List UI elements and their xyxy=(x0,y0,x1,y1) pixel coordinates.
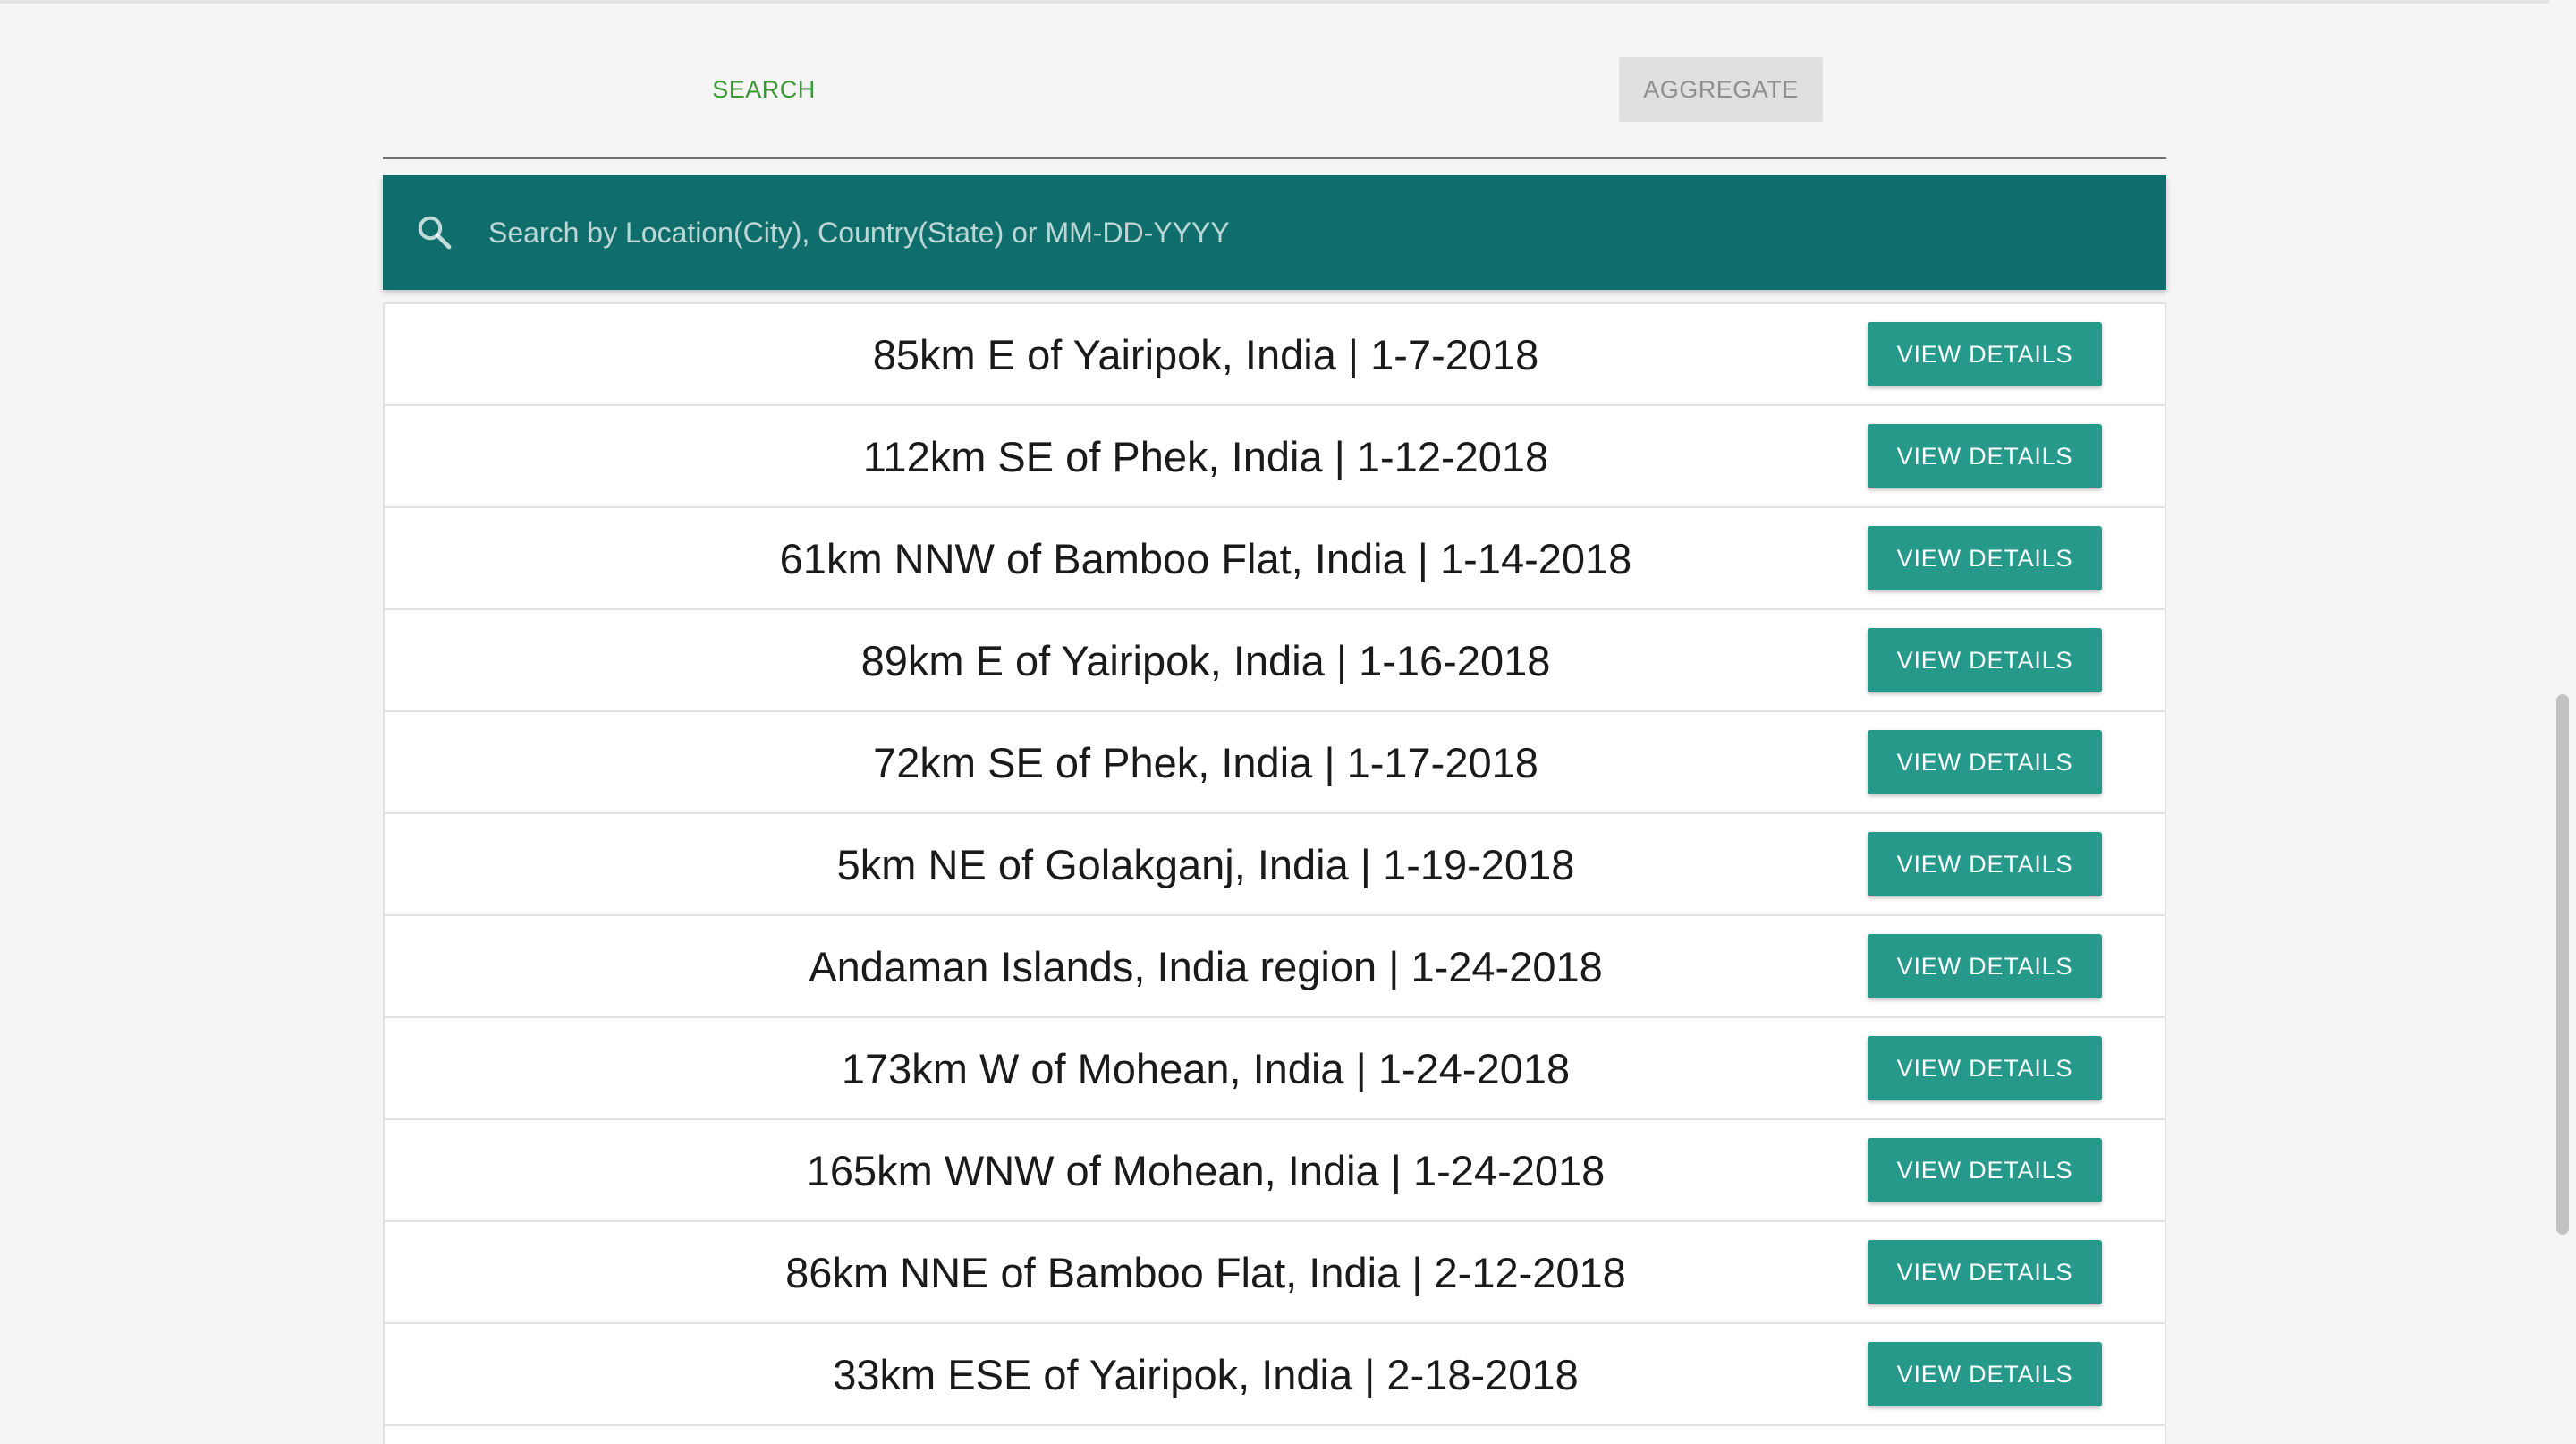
view-details-button[interactable]: VIEW DETAILS xyxy=(1868,934,2102,998)
view-details-button[interactable]: VIEW DETAILS xyxy=(1868,730,2102,794)
view-details-button[interactable]: VIEW DETAILS xyxy=(1868,1138,2102,1202)
result-row: Andaman Islands, India region | 1-24-201… xyxy=(385,916,2165,1018)
results-list: 85km E of Yairipok, India | 1-7-2018 VIEW… xyxy=(383,302,2166,1444)
result-row: 173km W of Mohean, India | 1-24-2018 VIEW… xyxy=(385,1018,2165,1120)
result-row: 61km NNW of Bamboo Flat, India | 1-14-20… xyxy=(385,508,2165,610)
view-details-button[interactable]: VIEW DETAILS xyxy=(1868,526,2102,590)
view-details-button[interactable]: VIEW DETAILS xyxy=(1868,1342,2102,1406)
result-row: 165km WNW of Mohean, India | 1-24-2018 VI… xyxy=(385,1120,2165,1222)
view-details-button[interactable]: VIEW DETAILS xyxy=(1868,628,2102,692)
search-icon xyxy=(413,211,456,254)
tab-divider xyxy=(383,157,2166,159)
result-label: Andaman Islands, India region | 1-24-201… xyxy=(809,942,1603,990)
view-details-button[interactable]: VIEW DETAILS xyxy=(1868,1036,2102,1100)
page: SEARCH AGGREGATE 85km E of Yairipok, Ind… xyxy=(0,0,2576,1444)
result-row: 89km E of Yairipok, India | 1-16-2018 VIE… xyxy=(385,610,2165,712)
result-label: 112km SE of Phek, India | 1-12-2018 xyxy=(862,432,1549,480)
tab-aggregate[interactable]: AGGREGATE xyxy=(1619,57,1823,122)
view-details-button[interactable]: VIEW DETAILS xyxy=(1868,424,2102,488)
view-details-button[interactable]: VIEW DETAILS xyxy=(1868,322,2102,386)
tab-search[interactable]: SEARCH xyxy=(649,55,878,123)
result-label: 173km W of Mohean, India | 1-24-2018 xyxy=(841,1044,1571,1092)
result-row: 112km SE of Phek, India | 1-12-2018 VIEW … xyxy=(385,406,2165,508)
scrollbar-thumb[interactable] xyxy=(2556,694,2569,1235)
result-label: 33km ESE of Yairipok, India | 2-18-2018 xyxy=(833,1350,1579,1398)
search-bar xyxy=(383,175,2166,290)
result-label: 5km NE of Golakganj, India | 1-19-2018 xyxy=(836,840,1575,888)
result-label: 89km E of Yairipok, India | 1-16-2018 xyxy=(860,636,1551,684)
result-label: 165km WNW of Mohean, India | 1-24-2018 xyxy=(806,1146,1606,1194)
view-details-button[interactable]: VIEW DETAILS xyxy=(1868,1240,2102,1304)
tab-bar: SEARCH AGGREGATE xyxy=(383,0,2166,159)
search-input[interactable] xyxy=(488,202,2116,263)
result-label: 85km E of Yairipok, India | 1-7-2018 xyxy=(872,330,1539,378)
result-label: 72km SE of Phek, India | 1-17-2018 xyxy=(873,738,1538,786)
view-details-button[interactable]: VIEW DETAILS xyxy=(1868,832,2102,896)
result-row: 72km SE of Phek, India | 1-17-2018 VIEW D… xyxy=(385,712,2165,814)
result-row: 85km E of Yairipok, India | 1-7-2018 VIEW… xyxy=(385,304,2165,406)
result-row: 33km ESE of Yairipok, India | 2-18-2018 V… xyxy=(385,1324,2165,1426)
result-row: 86km NNE of Bamboo Flat, India | 2-12-20… xyxy=(385,1222,2165,1324)
result-label: 61km NNW of Bamboo Flat, India | 1-14-20… xyxy=(779,534,1632,582)
result-label: 86km NNE of Bamboo Flat, India | 2-12-20… xyxy=(785,1248,1626,1296)
result-row: 5km NE of Golakganj, India | 1-19-2018 VI… xyxy=(385,814,2165,916)
